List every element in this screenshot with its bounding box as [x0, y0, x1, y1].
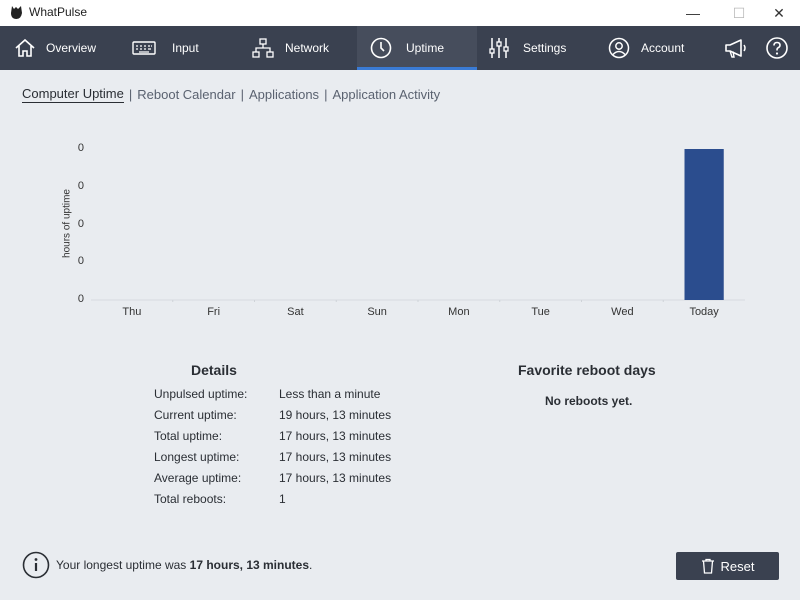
favorite-reboot-days-text: No reboots yet. [545, 394, 633, 408]
detail-label: Current uptime: [154, 408, 237, 422]
tab-application-activity[interactable]: Application Activity [332, 87, 440, 102]
x-tick-label: Wed [611, 306, 634, 318]
longest-uptime-prefix: Your longest uptime was [56, 558, 190, 572]
nav-label: Account [641, 41, 685, 55]
y-tick-label: 0 [77, 142, 84, 154]
x-tick-label: Mon [448, 306, 470, 318]
trash-icon [701, 558, 714, 574]
nav-label: Settings [523, 41, 567, 55]
nav-label: Network [285, 41, 330, 55]
help-icon [766, 37, 788, 59]
detail-value: 17 hours, 13 minutes [279, 471, 392, 485]
keyboard-icon [132, 41, 156, 55]
y-tick-label: 0 [77, 293, 84, 305]
title-bar: WhatPulse — ☐ ✕ [0, 0, 800, 26]
clock-icon [370, 37, 392, 59]
nav-overview[interactable]: Overview [14, 26, 96, 70]
x-tick-label: Sat [287, 306, 304, 318]
minimize-button[interactable]: — [670, 0, 716, 26]
main-nav: Overview Input Network Uptime Settings A… [0, 26, 800, 70]
chart-bar[interactable] [684, 149, 724, 300]
user-icon [608, 37, 630, 59]
uptime-subtabs: Computer Uptime | Reboot Calendar | Appl… [22, 86, 440, 103]
home-icon [15, 38, 35, 57]
y-tick-label: 0 [77, 179, 84, 192]
tab-applications[interactable]: Applications [249, 87, 319, 102]
megaphone-icon [725, 39, 746, 58]
app-title: WhatPulse [29, 5, 88, 19]
nav-label: Overview [46, 41, 97, 55]
detail-value: 19 hours, 13 minutes [279, 408, 392, 422]
nav-network[interactable]: Network [252, 26, 329, 70]
tab-separator: | [240, 87, 244, 102]
details-title: Details [191, 362, 237, 378]
nav-settings[interactable]: Settings [489, 26, 566, 70]
detail-label: Total reboots: [154, 492, 227, 506]
uptime-chart: hours of uptime 0 0 0 0 0 Thu Fri Sat Sun Mon Tue W… [0, 130, 800, 330]
x-tick-label: Today [689, 306, 719, 318]
nav-input[interactable]: Input [132, 26, 199, 70]
info-icon [22, 551, 50, 579]
detail-value: 17 hours, 13 minutes [279, 450, 392, 464]
help-button[interactable] [766, 26, 788, 70]
x-tick-label: Sun [367, 306, 387, 318]
network-icon [252, 38, 274, 58]
whatpulse-logo-icon [11, 6, 22, 19]
x-tick-label: Thu [122, 306, 142, 318]
nav-account[interactable]: Account [608, 26, 684, 70]
announcements-button[interactable] [724, 26, 748, 70]
nav-label: Input [172, 41, 199, 55]
nav-label: Uptime [406, 41, 445, 55]
y-tick-label: 0 [77, 255, 84, 268]
detail-value: Less than a minute [279, 387, 381, 401]
detail-value: 1 [279, 492, 286, 506]
sliders-icon [489, 38, 509, 58]
detail-label: Longest uptime: [154, 450, 240, 464]
chart-plot [91, 149, 745, 302]
reset-button[interactable]: Reset [676, 552, 779, 580]
tab-separator: | [324, 87, 328, 102]
tab-computer-uptime[interactable]: Computer Uptime [22, 86, 124, 103]
y-tick-label: 0 [77, 217, 84, 230]
longest-uptime-value: 17 hours, 13 minutes [189, 558, 310, 572]
close-button[interactable]: ✕ [756, 0, 800, 26]
reset-label: Reset [720, 558, 755, 574]
x-tick-label: Tue [531, 306, 550, 318]
tab-separator: | [128, 87, 133, 102]
nav-uptime[interactable]: Uptime [357, 26, 477, 70]
detail-label: Average uptime: [154, 471, 242, 485]
longest-uptime-suffix: . [309, 558, 313, 572]
longest-uptime-info: Your longest uptime was 17 hours, 13 min… [22, 551, 312, 579]
detail-label: Total uptime: [154, 429, 223, 443]
tab-reboot-calendar[interactable]: Reboot Calendar [137, 87, 235, 102]
x-tick-label: Fri [207, 306, 221, 318]
detail-value: 17 hours, 13 minutes [279, 429, 392, 443]
detail-label: Unpulsed uptime: [154, 387, 248, 401]
favorite-reboot-days-title: Favorite reboot days [518, 362, 656, 378]
